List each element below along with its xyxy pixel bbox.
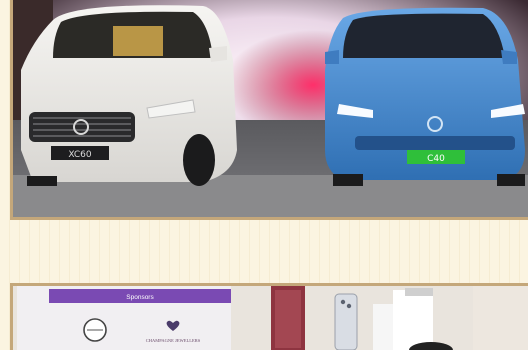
photo-volvo-cars[interactable]: XC60 C40 xyxy=(10,0,528,220)
white-suv: XC60 xyxy=(21,5,237,186)
sponsors-banner-title: Sponsors xyxy=(126,294,154,301)
xc60-badge: XC60 xyxy=(68,150,92,160)
c40-badge: C40 xyxy=(427,154,445,164)
blue-ev: C40 xyxy=(325,7,525,186)
volvo-cars-image: XC60 C40 xyxy=(13,0,528,217)
photo-sponsor-board[interactable]: Sponsors CHAMPAGNE JEWELLERS xyxy=(10,283,528,350)
sponsor-name: CHAMPAGNE JEWELLERS xyxy=(146,338,201,343)
sponsor-board-image: Sponsors CHAMPAGNE JEWELLERS xyxy=(13,286,528,350)
